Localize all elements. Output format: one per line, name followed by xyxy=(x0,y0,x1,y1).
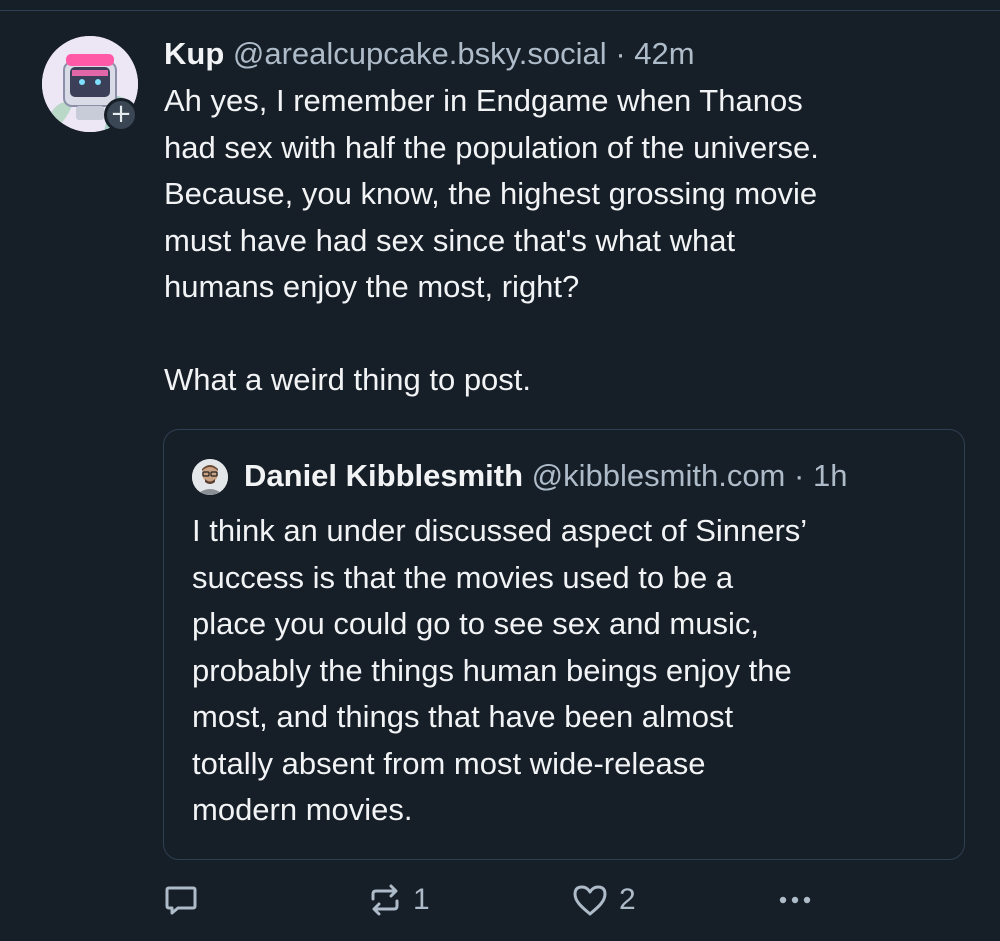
man-with-glasses-avatar-icon xyxy=(192,459,228,495)
more-dots-icon xyxy=(779,896,811,904)
post-text: Ah yes, I remember in Endgame when Thano… xyxy=(164,83,819,397)
repost-count: 1 xyxy=(413,883,430,916)
follow-plus-button[interactable]: + xyxy=(104,98,138,132)
reply-button[interactable] xyxy=(163,876,209,924)
like-count: 2 xyxy=(619,883,636,916)
post-meta: Kup @arealcupcake.bsky.social · 42m xyxy=(164,32,964,76)
quote-meta-separator: · xyxy=(794,458,805,493)
author-handle[interactable]: @arealcupcake.bsky.social xyxy=(233,36,607,71)
author-display-name[interactable]: Kup xyxy=(164,36,224,71)
quote-text: I think an under discussed aspect of Sin… xyxy=(192,513,808,827)
reply-bubble-icon xyxy=(165,886,197,915)
quoted-post[interactable]: Daniel Kibblesmith @kibblesmith.com · 1h… xyxy=(163,429,965,860)
quote-author-avatar[interactable] xyxy=(192,459,228,495)
post-actions: 1 2 xyxy=(163,876,963,924)
post[interactable]: + Kup @arealcupcake.bsky.social · 42m Ah… xyxy=(0,0,1000,941)
quote-timestamp[interactable]: 1h xyxy=(813,458,847,493)
post-timestamp[interactable]: 42m xyxy=(634,36,694,71)
quote-meta: Daniel Kibblesmith @kibblesmith.com · 1h xyxy=(244,454,847,498)
quote-author-display-name[interactable]: Daniel Kibblesmith xyxy=(244,458,523,493)
quote-author-handle[interactable]: @kibblesmith.com xyxy=(532,458,786,493)
repost-icon xyxy=(371,884,399,916)
author-avatar-wrap[interactable]: + xyxy=(42,36,138,132)
post-content: Kup @arealcupcake.bsky.social · 42m Ah y… xyxy=(164,32,964,404)
like-button[interactable]: 2 xyxy=(571,876,636,924)
more-options-button[interactable] xyxy=(775,876,815,924)
meta-separator: · xyxy=(615,36,626,71)
repost-button[interactable]: 1 xyxy=(367,876,430,924)
heart-icon xyxy=(573,885,607,916)
